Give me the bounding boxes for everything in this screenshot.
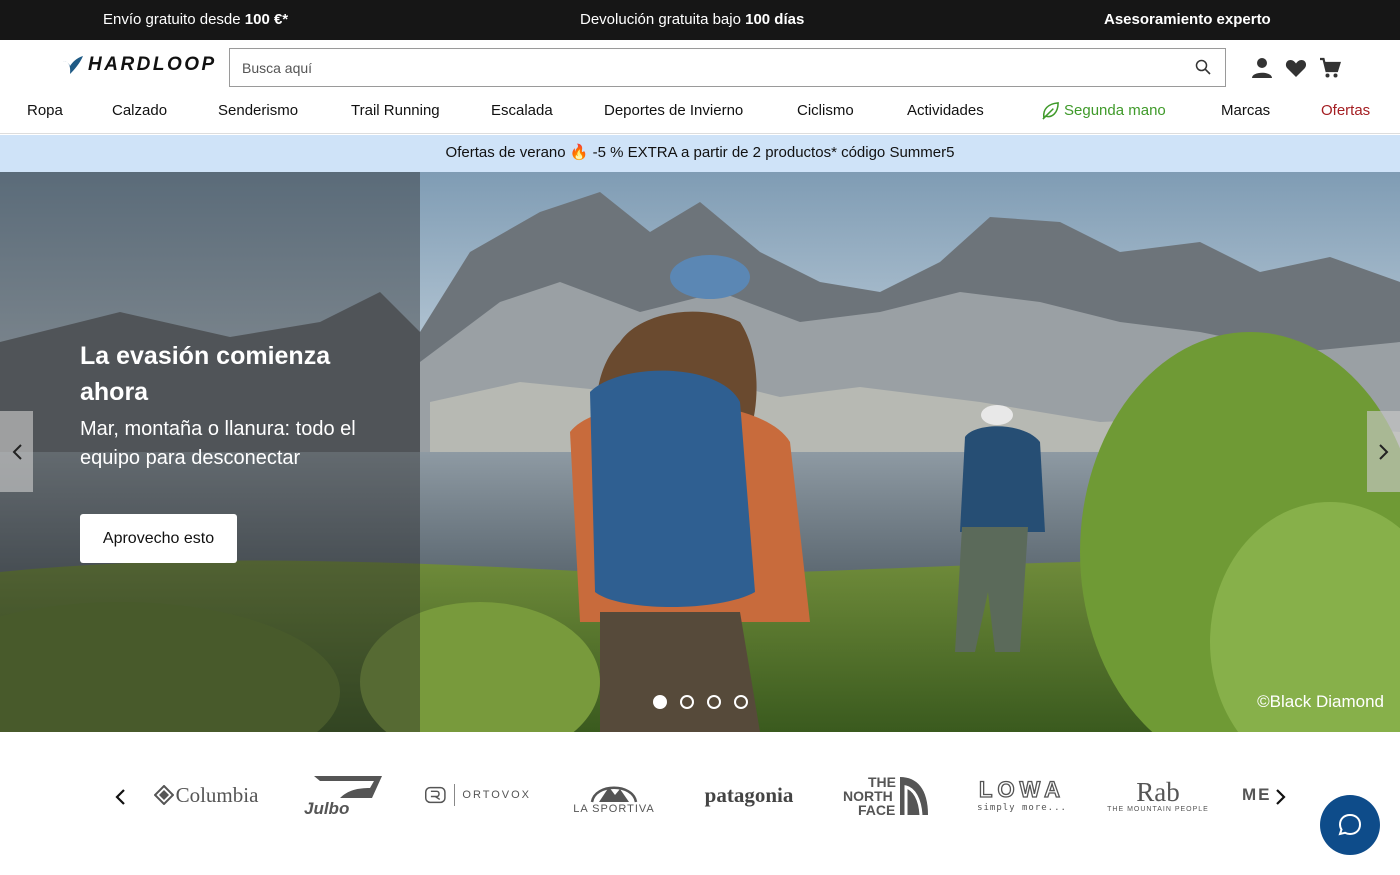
free-returns-info: Devolución gratuita bajo 100 días [580,11,804,28]
brand-lowa-label: LOWA [978,776,1065,802]
brand-the-north-face[interactable]: THE NORTH FACE [842,772,930,818]
hero-subtitle: Mar, montaña o llanura: todo el equipo p… [80,418,356,469]
carousel-dot-2[interactable] [680,695,694,709]
columbia-diamond-icon [153,785,174,805]
brand-la-sportiva-label: LA SPORTIVA [573,803,655,815]
expert-advice-link[interactable]: Asesoramiento experto [1104,11,1271,28]
chevron-right-icon [1378,443,1388,460]
ortovox-logo-icon [425,786,446,804]
user-icon[interactable] [1250,56,1274,80]
nav-item-ropa[interactable]: Ropa [27,102,63,119]
logo-text: HARDLOOP [88,54,217,75]
chevron-left-icon [12,443,22,460]
nav-item-actividades[interactable]: Actividades [907,102,984,119]
main-nav: Ropa Calzado Senderismo Trail Running Es… [0,95,1400,134]
hardloop-logo[interactable]: HARDLOOP [62,54,217,76]
brand-la-sportiva[interactable]: LA SPORTIVA [567,772,661,818]
the-north-face-logo-icon: THE NORTH FACE [843,774,928,817]
free-returns-days: 100 días [745,11,805,28]
carousel-prev-button[interactable] [0,411,33,492]
logo-wing-icon [63,56,83,74]
heart-icon[interactable] [1284,56,1308,80]
brands-prev-button[interactable] [113,787,129,807]
fire-icon: 🔥 [569,144,589,161]
header-actions [1250,56,1342,80]
brand-lowa[interactable]: LOWA simply more... [970,772,1074,818]
photo-credit: ©Black Diamond [1257,692,1384,711]
carousel-dot-4[interactable] [734,695,748,709]
brand-rab-tagline: THE MOUNTAIN PEOPLE [1107,805,1209,813]
brand-columbia-label: Columbia [175,782,259,807]
julbo-logo-icon: Julbo [304,776,382,818]
site-header: HARDLOOP [0,40,1400,95]
brand-ortovox[interactable]: ORTOVOX [425,772,531,818]
carousel-dot-1[interactable] [653,695,667,709]
tnf-line-3: FACE [858,802,895,817]
brand-julbo[interactable]: Julbo [300,772,384,818]
brand-julbo-label: Julbo [304,799,349,818]
nav-item-segunda-mano[interactable]: Segunda mano [1041,101,1166,120]
brand-columbia[interactable]: Columbia [152,772,260,818]
nav-item-deportes-invierno[interactable]: Deportes de Invierno [604,102,743,119]
search-icon[interactable] [1195,59,1211,75]
brand-ortovox-label: ORTOVOX [462,789,531,801]
chat-bubble-icon [1338,813,1362,836]
free-shipping-amount: 100 €* [244,11,289,28]
promo-text-start: Ofertas de verano [445,144,570,161]
free-shipping-text: Envío gratuito desde [103,11,245,28]
nav-item-ofertas[interactable]: Ofertas [1321,102,1370,119]
brands-next-button[interactable] [1272,787,1288,807]
nav-item-escalada[interactable]: Escalada [491,102,553,119]
brand-rab[interactable]: Rab THE MOUNTAIN PEOPLE [1107,772,1209,818]
nav-item-ciclismo[interactable]: Ciclismo [797,102,854,119]
carousel-dot-3[interactable] [707,695,721,709]
promo-text-end: -5 % EXTRA a partir de 2 productos* códi… [588,144,955,161]
nav-item-marcas[interactable]: Marcas [1221,102,1270,119]
la-sportiva-mountain-icon [590,786,638,803]
hero-carousel: La evasión comienza ahora Mar, montaña o… [0,172,1400,732]
carousel-dots [653,695,748,709]
search-box [229,48,1226,87]
top-info-bar: Envío gratuito desde 100 €* Devolución g… [0,0,1400,40]
search-input[interactable] [230,49,1180,86]
hero-title: La evasión comienza ahora [80,342,331,406]
ortovox-divider [453,784,455,806]
carousel-next-button[interactable] [1367,411,1400,492]
hero-cta-button[interactable]: Aprovecho esto [80,514,237,563]
brand-rab-label: Rab [1136,776,1180,807]
nav-item-calzado[interactable]: Calzado [112,102,167,119]
promo-banner[interactable]: Ofertas de verano 🔥 -5 % EXTRA a partir … [0,135,1400,172]
free-shipping-info: Envío gratuito desde 100 €* [103,11,288,28]
nav-item-senderismo[interactable]: Senderismo [218,102,298,119]
nav-item-segunda-mano-label: Segunda mano [1064,102,1166,119]
chat-button[interactable] [1320,795,1380,855]
free-returns-text: Devolución gratuita bajo [580,11,746,28]
brand-lowa-tagline: simply more... [977,803,1067,813]
brand-patagonia[interactable]: patagonia [697,772,801,818]
cart-icon[interactable] [1318,56,1342,80]
brand-carousel: Columbia Julbo ORTOVOX LA SPORTIVA patag… [0,732,1400,875]
nav-item-trail-running[interactable]: Trail Running [351,102,440,119]
leaf-icon [1042,102,1059,120]
brand-mec[interactable]: MEC [1242,772,1272,818]
